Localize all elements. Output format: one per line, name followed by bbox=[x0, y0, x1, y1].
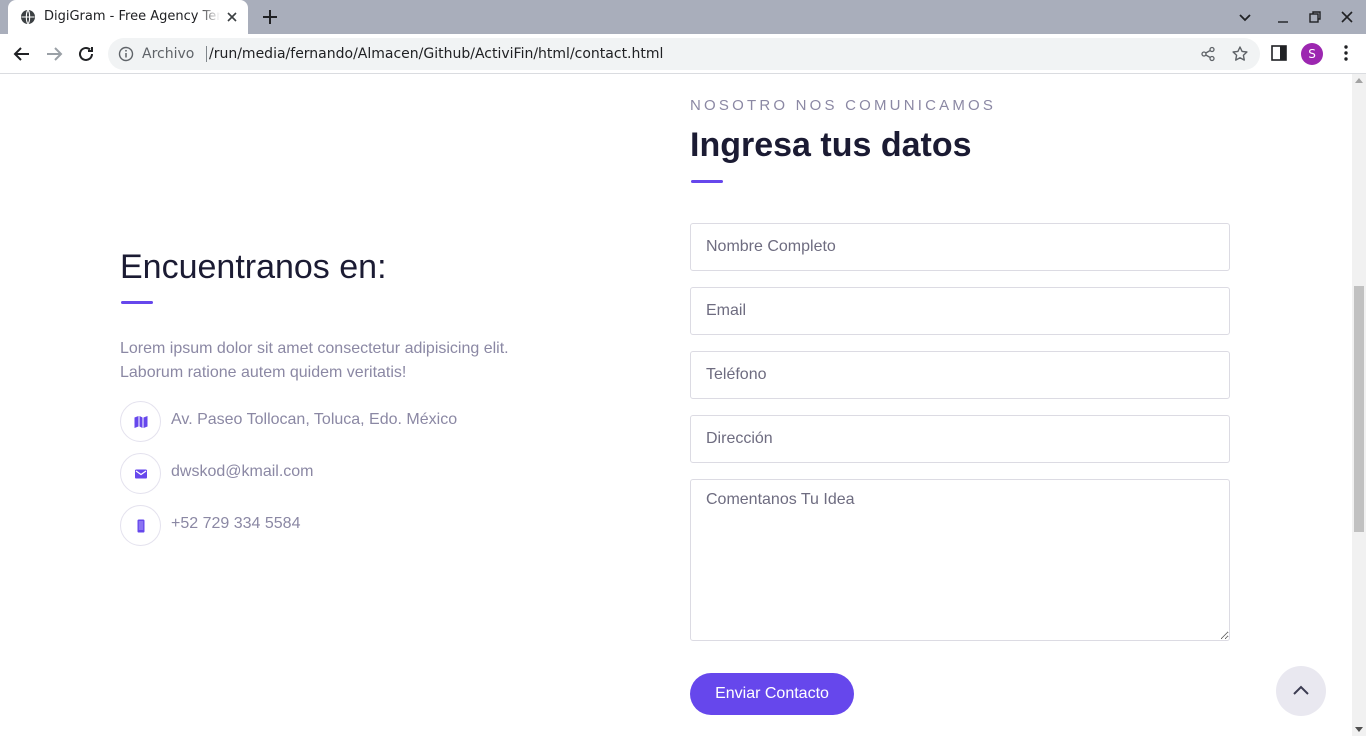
tab-title: DigiGram - Free Agency Template bbox=[44, 9, 220, 27]
scroll-down-arrow[interactable] bbox=[1355, 727, 1363, 732]
mobile-phone-icon bbox=[137, 519, 145, 533]
full-name-input[interactable] bbox=[690, 223, 1230, 271]
phone-text[interactable]: +52 729 334 5584 bbox=[171, 515, 300, 533]
share-icon[interactable] bbox=[1200, 46, 1216, 62]
address-text: Av. Paseo Tollocan, Toluca, Edo. México bbox=[171, 411, 458, 428]
scrollbar-thumb[interactable] bbox=[1354, 286, 1364, 532]
more-menu-icon[interactable] bbox=[1338, 44, 1354, 62]
location-title: Encuentranos en: bbox=[120, 248, 387, 286]
tab-search-chevron-icon[interactable] bbox=[1237, 9, 1253, 25]
url-text[interactable]: /run/media/fernando/Almacen/Github/Activ… bbox=[209, 46, 663, 62]
restore-icon[interactable] bbox=[1307, 9, 1323, 25]
map-icon bbox=[134, 416, 148, 428]
page-origin-label: Archivo bbox=[142, 46, 195, 62]
page-scrollbar[interactable] bbox=[1352, 74, 1366, 736]
tab-strip: DigiGram - Free Agency Template bbox=[0, 0, 1366, 34]
scroll-up-arrow[interactable] bbox=[1355, 78, 1363, 83]
form-title: Ingresa tus datos bbox=[690, 126, 972, 164]
address-input[interactable] bbox=[690, 415, 1230, 463]
reload-icon[interactable] bbox=[75, 43, 97, 65]
info-icon[interactable] bbox=[118, 46, 134, 62]
address-icon-circle bbox=[120, 401, 161, 442]
chevron-up-icon bbox=[1293, 685, 1309, 695]
submit-contact-button[interactable]: Enviar Contacto bbox=[690, 673, 854, 715]
omnibox-separator bbox=[206, 46, 207, 62]
side-panel-icon[interactable] bbox=[1270, 44, 1288, 62]
email-icon-circle bbox=[120, 453, 161, 494]
back-to-top-button[interactable] bbox=[1276, 666, 1326, 716]
message-textarea[interactable] bbox=[690, 479, 1230, 641]
email-input[interactable] bbox=[690, 287, 1230, 335]
form-title-underline bbox=[691, 180, 723, 183]
form-eyebrow: NOSOTRO NOS COMUNICAMOS bbox=[690, 97, 997, 114]
page-viewport: Encuentranos en: Lorem ipsum dolor sit a… bbox=[0, 74, 1352, 736]
new-tab-icon[interactable] bbox=[258, 6, 282, 28]
bookmark-star-icon[interactable] bbox=[1231, 45, 1249, 63]
globe-icon bbox=[21, 9, 35, 25]
phone-icon-circle bbox=[120, 505, 161, 546]
phone-input[interactable] bbox=[690, 351, 1230, 399]
location-title-underline bbox=[121, 301, 153, 304]
envelope-icon bbox=[135, 469, 147, 479]
browser-toolbar: Archivo /run/media/fernando/Almacen/Gith… bbox=[0, 34, 1366, 74]
close-icon[interactable] bbox=[224, 9, 240, 25]
close-window-icon[interactable] bbox=[1339, 9, 1355, 25]
location-description: Lorem ipsum dolor sit amet consectetur a… bbox=[120, 340, 509, 381]
profile-avatar[interactable]: S bbox=[1301, 43, 1323, 65]
address-bar[interactable]: Archivo /run/media/fernando/Almacen/Gith… bbox=[108, 38, 1260, 70]
minimize-icon[interactable] bbox=[1275, 9, 1291, 25]
email-text[interactable]: dwskod@kmail.com bbox=[171, 463, 314, 481]
browser-tab[interactable]: DigiGram - Free Agency Template bbox=[8, 0, 248, 34]
forward-arrow-icon[interactable] bbox=[43, 43, 65, 65]
back-arrow-icon[interactable] bbox=[11, 43, 33, 65]
